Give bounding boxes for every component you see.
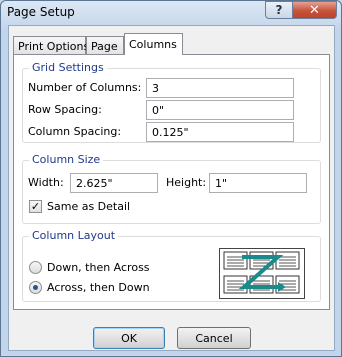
- row-spacing-input[interactable]: 0": [146, 100, 294, 120]
- column-spacing-input[interactable]: 0.125": [146, 122, 294, 142]
- number-of-columns-input[interactable]: 3: [146, 78, 294, 98]
- number-of-columns-label: Number of Columns:: [28, 81, 142, 94]
- tab-label: Columns: [129, 38, 177, 51]
- window-title: Page Setup: [7, 5, 75, 19]
- column-size-title: Column Size: [29, 153, 104, 166]
- cancel-button[interactable]: Cancel: [177, 327, 251, 349]
- across-then-down-label: Across, then Down: [47, 281, 150, 294]
- same-as-detail-checkbox[interactable]: ✓: [29, 200, 42, 213]
- close-icon: ✕: [309, 2, 320, 18]
- across-then-down-radio[interactable]: [29, 281, 42, 294]
- columns-tab-panel: Grid Settings Number of Columns: 3 Row S…: [13, 54, 330, 310]
- tab-columns[interactable]: Columns: [124, 33, 183, 55]
- title-bar[interactable]: Page Setup ? ✕: [1, 1, 341, 25]
- down-then-across-radio[interactable]: [29, 261, 42, 274]
- close-button[interactable]: ✕: [292, 1, 337, 19]
- down-then-across-label: Down, then Across: [47, 261, 150, 274]
- tab-page[interactable]: Page: [86, 36, 124, 54]
- tab-print-options[interactable]: Print Options: [13, 36, 90, 54]
- width-input[interactable]: 2.625": [70, 173, 158, 193]
- column-layout-title: Column Layout: [29, 229, 119, 242]
- dialog-client-area: Print Options Page Columns Grid Settings…: [8, 25, 335, 351]
- grid-settings-title: Grid Settings: [29, 61, 107, 74]
- grid-settings-group: Grid Settings Number of Columns: 3 Row S…: [22, 61, 321, 143]
- cancel-label: Cancel: [195, 331, 233, 345]
- column-size-group: Column Size Width: 2.625" Height: 1" ✓ S…: [22, 153, 321, 224]
- same-as-detail-label: Same as Detail: [47, 200, 131, 213]
- tab-label: Print Options: [18, 40, 90, 53]
- help-icon: ?: [275, 3, 283, 17]
- row-spacing-label: Row Spacing:: [28, 103, 102, 116]
- width-label: Width:: [28, 176, 64, 189]
- page-setup-window: Page Setup ? ✕ Print Options Page Column…: [0, 0, 342, 357]
- height-label: Height:: [166, 176, 207, 189]
- column-spacing-label: Column Spacing:: [28, 125, 122, 138]
- ok-button[interactable]: OK: [93, 327, 165, 349]
- ok-label: OK: [121, 331, 137, 345]
- checkmark-icon: ✓: [30, 200, 41, 213]
- help-button[interactable]: ?: [265, 1, 293, 19]
- across-then-down-layout-icon: [219, 248, 305, 299]
- height-input[interactable]: 1": [209, 173, 307, 193]
- tab-label: Page: [91, 40, 118, 53]
- column-layout-group: Column Layout Down, then Across Across, …: [22, 229, 321, 302]
